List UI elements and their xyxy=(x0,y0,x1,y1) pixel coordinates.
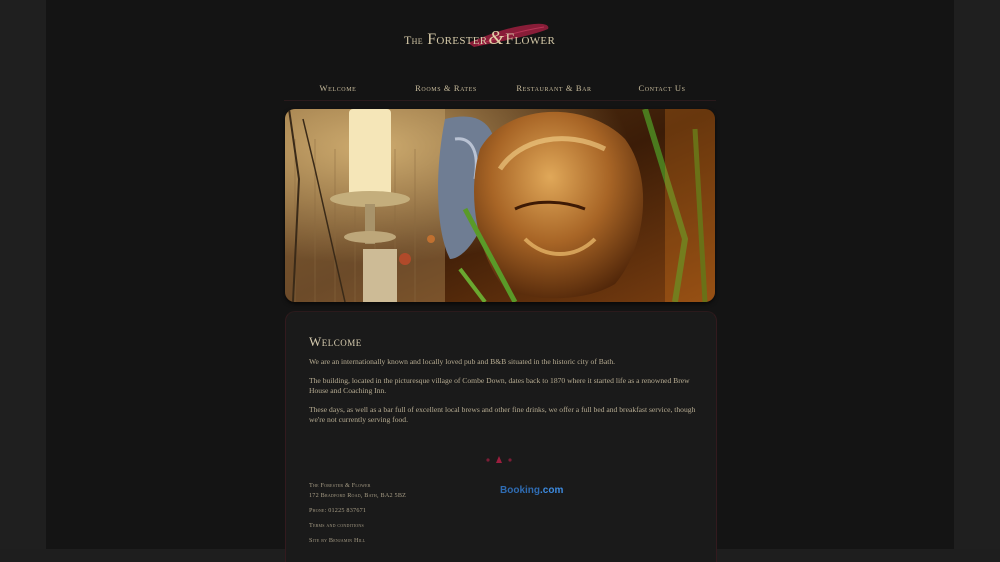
footer-address: 172 Bradford Road, Bath, BA2 5BZ xyxy=(309,492,407,499)
page-title: Welcome xyxy=(309,334,362,349)
logo-forester: Forester xyxy=(427,31,488,48)
site-logo[interactable]: The Forester&Flower xyxy=(404,20,584,54)
hero-image xyxy=(285,109,715,302)
nav-item-welcome[interactable]: Welcome xyxy=(284,80,392,100)
content-panel: Welcome We are an internationally known … xyxy=(285,311,717,562)
booking-brand: Booking xyxy=(500,485,540,496)
ornament-divider-icon xyxy=(486,456,512,463)
logo-flower: Flower xyxy=(505,31,556,48)
history-paragraph: The building, located in the picturesque… xyxy=(309,376,690,395)
footer-credit-link[interactable]: Site by Benjamin Hill xyxy=(309,537,365,544)
main-nav: Welcome Rooms & Rates Restaurant & Bar C… xyxy=(284,80,716,101)
intro-paragraph: We are an internationally known and loca… xyxy=(309,357,616,366)
page-gutter-right xyxy=(953,0,1000,549)
logo-ampersand: & xyxy=(488,27,505,49)
logo-the: The xyxy=(404,33,423,47)
page-gutter-left xyxy=(0,0,47,549)
nav-item-restaurant-bar[interactable]: Restaurant & Bar xyxy=(500,80,608,100)
logo-text: The Forester&Flower xyxy=(404,27,555,50)
nav-item-contact-us[interactable]: Contact Us xyxy=(608,80,716,100)
footer-terms-link[interactable]: Terms and conditions xyxy=(309,522,364,529)
services-paragraph: These days, as well as a bar full of exc… xyxy=(309,405,696,424)
footer-phone[interactable]: Phone: 01225 837671 xyxy=(309,507,366,514)
footer-business-name: The Forester & Flower xyxy=(309,482,371,489)
booking-com-logo[interactable]: Booking.com xyxy=(500,485,563,496)
hero-photo xyxy=(285,109,715,302)
booking-tld: .com xyxy=(540,485,564,496)
nav-item-rooms-rates[interactable]: Rooms & Rates xyxy=(392,80,500,100)
